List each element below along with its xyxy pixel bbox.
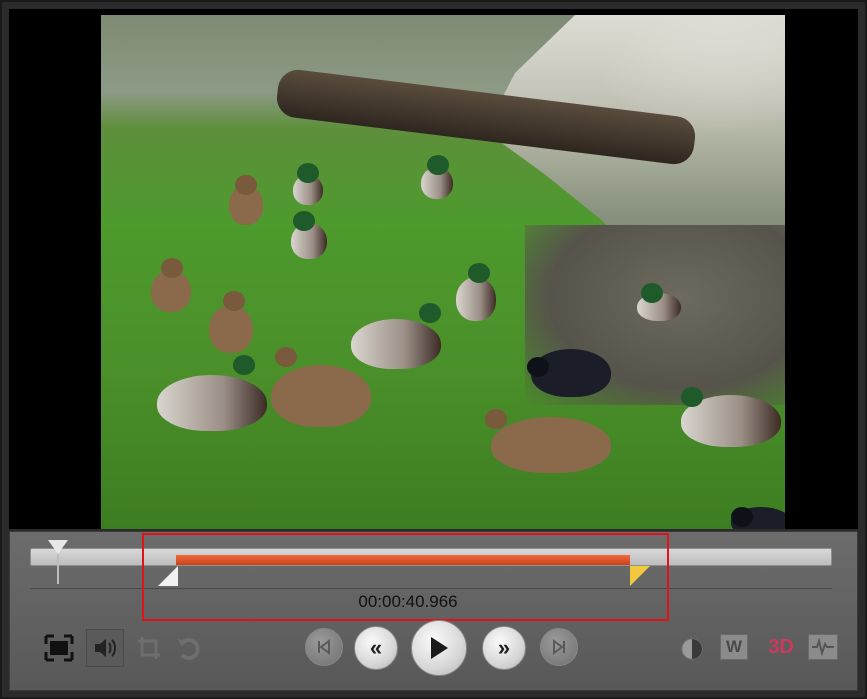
video-preview[interactable] xyxy=(9,9,858,529)
fullscreen-icon[interactable] xyxy=(42,631,76,665)
highlight-box xyxy=(142,533,669,621)
rewind-button[interactable]: « xyxy=(354,626,398,670)
playhead-line xyxy=(57,554,59,584)
playhead-handle[interactable] xyxy=(48,540,68,554)
3d-button[interactable]: 3D xyxy=(763,632,799,662)
contrast-icon[interactable] xyxy=(677,634,707,664)
rotate-icon[interactable] xyxy=(172,631,206,665)
watermark-button[interactable]: W xyxy=(720,634,748,660)
crop-icon[interactable] xyxy=(132,631,166,665)
speaker-icon[interactable] xyxy=(86,629,124,667)
video-frame xyxy=(101,15,785,529)
fast-forward-button[interactable]: » xyxy=(482,626,526,670)
watermark-label: W xyxy=(725,637,743,656)
fast-forward-label: » xyxy=(497,635,511,660)
rewind-label: « xyxy=(369,635,383,660)
previous-button[interactable] xyxy=(305,628,343,666)
play-button[interactable] xyxy=(411,620,467,676)
waveform-icon[interactable] xyxy=(808,634,838,660)
next-button[interactable] xyxy=(540,628,578,666)
3d-label: 3D xyxy=(768,635,794,658)
